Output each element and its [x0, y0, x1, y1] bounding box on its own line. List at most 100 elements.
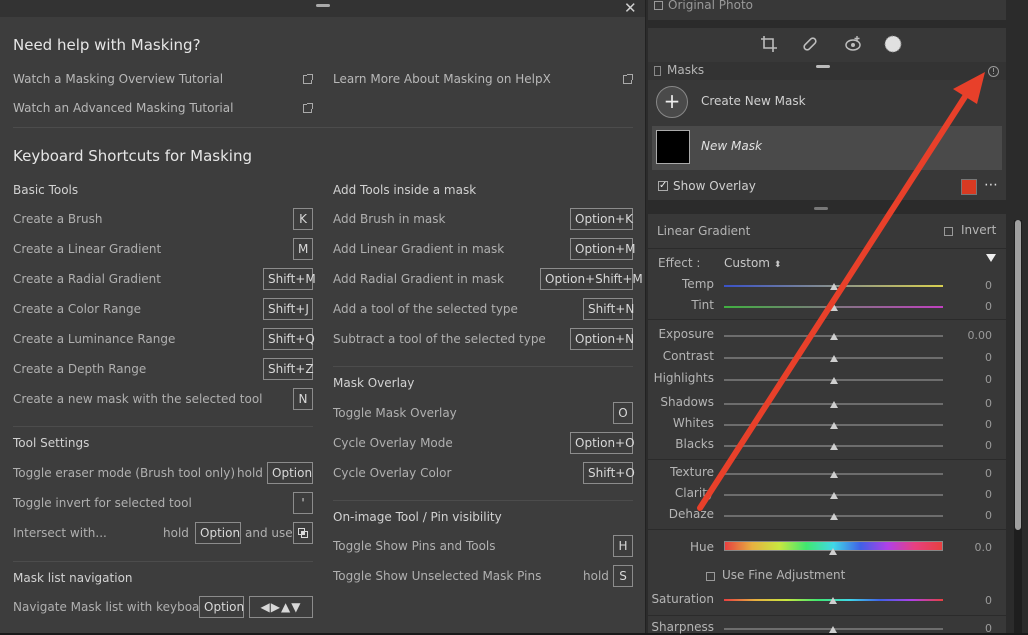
help-info-icon[interactable]: !: [988, 66, 999, 77]
fine-adjustment-checkbox[interactable]: [706, 572, 715, 581]
mask-list-heading: Mask list navigation: [13, 571, 133, 585]
more-options-icon[interactable]: ⋯: [984, 177, 998, 193]
shortcut-label: Intersect with...: [13, 526, 107, 540]
slider-value[interactable]: 0: [952, 397, 992, 410]
intersect-key: [293, 522, 313, 544]
slider-value[interactable]: 0: [952, 439, 992, 452]
overview-tutorial-link[interactable]: Watch a Masking Overview Tutorial: [13, 72, 223, 86]
mask-item-new-mask[interactable]: New Mask: [652, 126, 1002, 170]
mask-thumbnail[interactable]: [656, 130, 690, 164]
shortcut-key: Option: [267, 462, 313, 484]
show-overlay-checkbox[interactable]: ✓: [658, 181, 668, 191]
slider-value[interactable]: 0: [952, 279, 992, 292]
create-mask-plus-icon[interactable]: +: [656, 86, 688, 118]
masking-icon[interactable]: [883, 34, 903, 54]
shortcut-key: Option+M: [570, 238, 635, 260]
and-use-label: and use: [245, 526, 293, 540]
close-icon[interactable]: ✕: [624, 0, 637, 17]
slider-value[interactable]: 0: [952, 488, 992, 501]
shortcut-key: Shift+O: [583, 462, 635, 484]
mask-tool-title: Linear Gradient: [657, 224, 751, 238]
divider: [648, 248, 1006, 249]
crop-icon[interactable]: [760, 35, 778, 53]
shortcut-key: M: [293, 238, 313, 260]
shortcut-label: Toggle Mask Overlay: [333, 406, 457, 420]
slider-value[interactable]: 0: [952, 418, 992, 431]
slider-thumb[interactable]: [829, 471, 838, 478]
slider-thumb[interactable]: [829, 513, 838, 520]
shortcut-key: Shift+Q: [263, 328, 315, 350]
slider-thumb[interactable]: [829, 355, 838, 362]
hold-label: hold: [583, 569, 609, 583]
shortcut-label: Create a Radial Gradient: [13, 272, 161, 286]
help-title-bar[interactable]: ✕: [0, 0, 645, 17]
divider: [13, 561, 313, 562]
intersect-icon: [298, 528, 308, 538]
drag-handle-icon[interactable]: [316, 4, 330, 7]
shortcut-key: Option+Shift+M: [540, 268, 643, 290]
slider-value[interactable]: 0: [952, 300, 992, 313]
slider-value[interactable]: 0: [952, 351, 992, 364]
add-tools-heading: Add Tools inside a mask: [333, 183, 477, 197]
shortcut-label: Create a Brush: [13, 212, 103, 226]
slider-thumb[interactable]: [829, 443, 838, 450]
shortcut-key: N: [293, 388, 313, 410]
drag-handle-icon[interactable]: [816, 65, 830, 68]
shortcut-label: Add a tool of the selected type: [333, 302, 518, 316]
slider-value[interactable]: 0: [952, 373, 992, 386]
masking-side-panel: Original Photo Masks ! + Create New Mask: [646, 0, 1028, 635]
slider-value[interactable]: 0: [952, 509, 992, 522]
hold-label: hold: [163, 526, 189, 540]
slider-value[interactable]: 0.00: [952, 329, 993, 342]
divider: [648, 319, 1006, 320]
divider: [648, 529, 1006, 530]
create-new-mask-button[interactable]: Create New Mask: [701, 94, 806, 108]
shortcut-key: Option: [195, 522, 241, 544]
scrollbar-thumb[interactable]: [1015, 220, 1021, 530]
dropdown-arrows-icon: ⬍: [773, 260, 782, 270]
divider: [648, 615, 1006, 616]
shortcut-label: Subtract a tool of the selected type: [333, 332, 546, 346]
slider-thumb[interactable]: [829, 304, 838, 311]
slider-thumb[interactable]: [829, 333, 838, 340]
slider-thumb[interactable]: [829, 422, 838, 429]
original-photo-checkbox[interactable]: [654, 1, 663, 10]
slider-thumb[interactable]: [829, 492, 838, 499]
slider-thumb[interactable]: [829, 401, 838, 408]
helpx-link[interactable]: Learn More About Masking on HelpX: [333, 72, 551, 86]
effect-label: Effect :: [658, 256, 701, 270]
advanced-tutorial-link[interactable]: Watch an Advanced Masking Tutorial: [13, 101, 233, 115]
sharpness-value[interactable]: 0: [952, 622, 992, 635]
masks-header[interactable]: Masks !: [648, 62, 1006, 80]
shortcut-label: Cycle Overlay Mode: [333, 436, 453, 450]
scrollbar[interactable]: [1014, 220, 1022, 633]
shortcut-key: ': [293, 492, 313, 514]
red-eye-icon[interactable]: [843, 34, 863, 54]
masks-title: Masks: [667, 63, 705, 77]
saturation-value[interactable]: 0: [952, 594, 992, 607]
slider-thumb[interactable]: [829, 283, 838, 290]
invert-checkbox[interactable]: [944, 227, 953, 236]
shortcut-key: S: [613, 565, 633, 587]
external-link-icon[interactable]: [303, 103, 313, 113]
overlay-color-swatch[interactable]: [961, 179, 977, 195]
divider: [13, 127, 633, 128]
saturation-slider-thumb[interactable]: [829, 597, 837, 604]
external-link-icon[interactable]: [303, 74, 313, 84]
healing-icon[interactable]: [801, 35, 819, 53]
effect-dropdown[interactable]: Custom ⬍: [724, 256, 781, 270]
shortcut-label: Toggle invert for selected tool: [13, 496, 192, 510]
original-photo-row[interactable]: Original Photo: [648, 0, 1006, 20]
mask-name[interactable]: New Mask: [701, 139, 762, 153]
resize-handle-icon[interactable]: [814, 207, 828, 210]
hue-slider-thumb[interactable]: [829, 548, 837, 555]
external-link-icon[interactable]: [623, 74, 633, 84]
panel-collapse-icon[interactable]: [654, 66, 661, 76]
hue-value[interactable]: 0.0: [952, 541, 993, 554]
shortcut-key: Shift+M: [263, 268, 316, 290]
slider-value[interactable]: 0: [952, 467, 992, 480]
slider-thumb[interactable]: [829, 377, 838, 384]
sharpness-slider-thumb[interactable]: [829, 626, 837, 633]
divider: [333, 500, 633, 501]
collapse-triangle-icon[interactable]: [986, 254, 996, 262]
